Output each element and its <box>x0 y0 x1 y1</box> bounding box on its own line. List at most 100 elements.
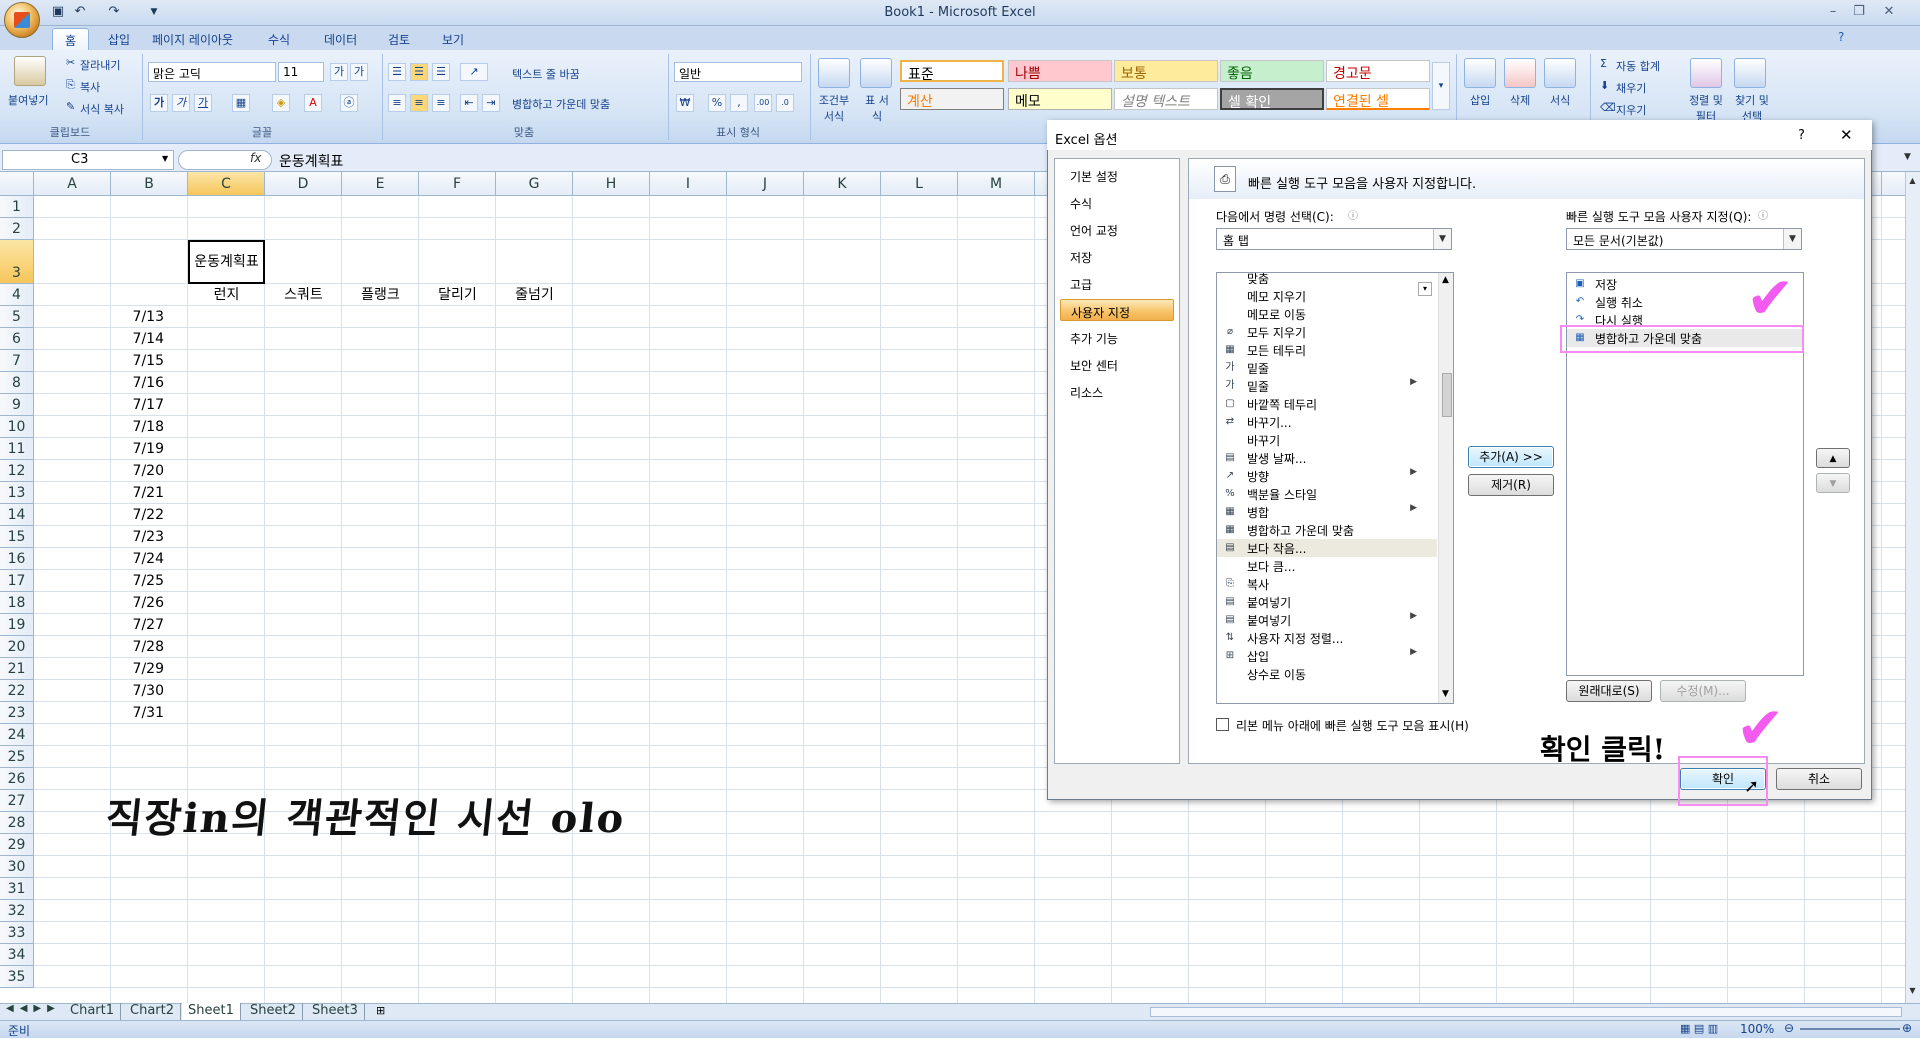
phonetic-icon[interactable]: ⓐ <box>340 94 358 112</box>
font-shrink-button[interactable]: 가 <box>350 63 368 81</box>
command-item[interactable]: 메모로 이동 <box>1217 305 1437 323</box>
conditional-format-button[interactable]: 조건부 서식 <box>815 92 853 124</box>
row-header[interactable]: 30 <box>0 856 34 878</box>
cut-button[interactable]: 잘라내기 <box>80 57 120 73</box>
command-item[interactable]: ⇅ 사용자 지정 정렬... <box>1217 629 1437 647</box>
date-cell[interactable]: 7/30 <box>111 680 188 702</box>
row-header[interactable]: 19 <box>0 614 34 636</box>
column-header[interactable] <box>1882 172 1905 196</box>
row-header[interactable]: 17 <box>0 570 34 592</box>
row-header[interactable]: 10 <box>0 416 34 438</box>
date-cell[interactable]: 7/14 <box>111 328 188 350</box>
date-cell[interactable]: 7/16 <box>111 372 188 394</box>
column-header[interactable]: D <box>265 172 342 196</box>
minimize-icon[interactable]: – <box>1822 3 1844 21</box>
font-color-icon[interactable]: A <box>304 94 322 112</box>
name-box[interactable]: C3 <box>2 150 174 170</box>
command-item[interactable]: ↗ 방향 ▶ <box>1217 467 1437 485</box>
horizontal-scrollbar[interactable] <box>1150 1007 1902 1017</box>
restore-icon[interactable]: ❐ <box>1848 3 1870 21</box>
name-box-dropdown-icon[interactable]: ▼ <box>162 154 168 163</box>
row-header[interactable]: 8 <box>0 372 34 394</box>
header-cell[interactable]: 플랭크 <box>342 284 419 306</box>
command-item[interactable]: ▦ 병합하고 가운데 맞춤 <box>1217 521 1437 539</box>
increase-decimal-icon[interactable]: .00 <box>754 94 772 112</box>
table-format-button[interactable]: 표 서식 <box>862 92 892 124</box>
fill-color-icon[interactable]: ◈ <box>272 94 290 112</box>
date-cell[interactable]: 7/17 <box>111 394 188 416</box>
column-header[interactable]: G <box>496 172 573 196</box>
column-header[interactable]: F <box>419 172 496 196</box>
binoculars-icon[interactable] <box>1734 58 1766 88</box>
command-item[interactable]: 상수로 이동 <box>1217 665 1437 683</box>
row-header[interactable]: 3 <box>0 240 34 284</box>
nav-item[interactable]: 추가 기능 <box>1060 326 1174 348</box>
tab-home[interactable]: 홈 <box>52 28 90 50</box>
tab-formulas[interactable]: 수식 <box>256 28 302 50</box>
row-header[interactable]: 33 <box>0 922 34 944</box>
date-cell[interactable]: 7/21 <box>111 482 188 504</box>
tab-insert[interactable]: 삽입 <box>96 28 142 50</box>
add-button[interactable]: 추가(A) >> <box>1468 446 1554 468</box>
command-item[interactable]: ⊞ 삽입 ▶ <box>1217 647 1437 665</box>
command-item[interactable]: ⇄ 바꾸기... <box>1217 413 1437 431</box>
format-cells-button[interactable]: 서식 <box>1550 92 1570 108</box>
style-note[interactable]: 메모 <box>1008 88 1112 110</box>
comma-button[interactable]: , <box>730 94 748 112</box>
command-item[interactable]: ▢ 바깥쪽 테두리 <box>1217 395 1437 413</box>
style-good[interactable]: 좋음 <box>1220 60 1324 82</box>
row-header[interactable]: 15 <box>0 526 34 548</box>
separator-dropdown-icon[interactable]: ▾ <box>1418 282 1432 296</box>
merge-center-button[interactable]: 병합하고 가운데 맞춤 <box>512 96 610 112</box>
date-cell[interactable]: 7/15 <box>111 350 188 372</box>
sheet-tab[interactable]: Chart2 <box>124 1003 181 1020</box>
zoom-slider[interactable] <box>1800 1028 1900 1030</box>
conditional-format-icon[interactable] <box>818 58 850 88</box>
redo-icon[interactable]: ↷ <box>106 4 122 20</box>
row-header[interactable]: 29 <box>0 834 34 856</box>
date-cell[interactable]: 7/18 <box>111 416 188 438</box>
column-header[interactable]: J <box>727 172 804 196</box>
cancel-button[interactable]: 취소 <box>1776 768 1862 790</box>
row-header[interactable]: 28 <box>0 812 34 834</box>
copy-icon[interactable]: ⎘ <box>66 78 75 92</box>
align-center-icon[interactable]: ≡ <box>410 94 428 112</box>
choose-commands-select[interactable]: 홈 탭 ▼ <box>1216 228 1452 250</box>
scroll-thumb[interactable] <box>1442 373 1452 417</box>
style-warning[interactable]: 경고문 <box>1326 60 1430 82</box>
date-cell[interactable]: 7/20 <box>111 460 188 482</box>
insert-cells-button[interactable]: 삽입 <box>1470 92 1490 108</box>
clear-button[interactable]: 지우기 <box>1616 102 1646 118</box>
column-header[interactable]: H <box>573 172 650 196</box>
format-painter-button[interactable]: 서식 복사 <box>80 101 124 117</box>
commands-list[interactable]: 맞춤 메모 지우기 메모로 이동 ⌀ 모두 지우기 ▦ 모든 테두리 가 밑줄 가 밑줄 ▶ ▢ 바깥쪽 … <box>1216 272 1454 704</box>
nav-item[interactable]: 수식 <box>1060 191 1174 213</box>
scissors-icon[interactable]: ✂ <box>66 56 75 69</box>
command-item[interactable]: ▦ 병합 ▶ <box>1217 503 1437 521</box>
row-header[interactable]: 26 <box>0 768 34 790</box>
font-size-select[interactable]: 11 <box>278 62 324 82</box>
currency-button[interactable]: ₩ <box>676 94 694 112</box>
modify-button[interactable]: 수정(M)... <box>1660 680 1746 702</box>
command-item[interactable]: ⌀ 모두 지우기 <box>1217 323 1437 341</box>
command-item[interactable]: ▦ 모든 테두리 <box>1217 341 1437 359</box>
column-header[interactable]: C <box>188 172 265 196</box>
row-header[interactable]: 32 <box>0 900 34 922</box>
header-cell[interactable]: 달리기 <box>419 284 496 306</box>
row-header[interactable]: 24 <box>0 724 34 746</box>
column-header[interactable]: E <box>342 172 419 196</box>
style-normal[interactable]: 표준 <box>900 60 1004 83</box>
row-header[interactable]: 5 <box>0 306 34 328</box>
fx-icon[interactable]: fx <box>250 151 261 165</box>
decrease-indent-icon[interactable]: ⇤ <box>460 94 478 112</box>
nav-item[interactable]: 저장 <box>1060 245 1174 267</box>
style-bad[interactable]: 나쁨 <box>1008 60 1112 82</box>
date-cell[interactable]: 7/23 <box>111 526 188 548</box>
date-cell[interactable]: 7/31 <box>111 702 188 724</box>
command-item[interactable]: ▤ 발생 날짜... <box>1217 449 1437 467</box>
fill-button[interactable]: 채우기 <box>1616 80 1646 96</box>
date-cell[interactable]: 7/13 <box>111 306 188 328</box>
paste-button[interactable]: 붙여넣기 <box>8 92 48 108</box>
command-item[interactable]: ▤ 붙여넣기 ▶ <box>1217 611 1437 629</box>
reset-button[interactable]: 원래대로(S) <box>1566 680 1652 702</box>
